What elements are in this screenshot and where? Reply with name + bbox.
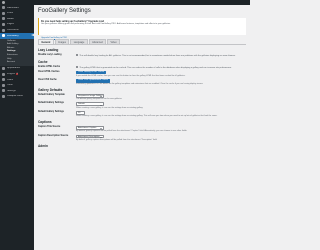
setting-description: By default, gallery caption descriptions…	[76, 138, 158, 141]
sidebar-item-foogallery[interactable]: FooGallery	[0, 32, 34, 39]
setting-row: Disable Lazy Loading This will disable l…	[38, 53, 246, 58]
dashboard-icon	[2, 6, 5, 10]
plugins-icon	[2, 72, 5, 76]
tab-images[interactable]: Images	[54, 39, 70, 44]
comments-icon	[2, 28, 5, 32]
section-title-captions: Captions	[38, 120, 52, 125]
setting-row: Caption Description Source Attachment De…	[38, 134, 246, 142]
setting-row: Caption Title Source Attachment Caption B…	[38, 125, 246, 133]
tools-icon	[2, 83, 5, 87]
setting-description: The gallery HTML that is generated can b…	[79, 66, 232, 69]
setting-label: Caption Description Source	[38, 134, 69, 137]
setting-label: Disable Lazy Loading	[38, 53, 62, 56]
notice-body: Get your galleries looking great and per…	[41, 22, 171, 25]
setting-description: When creating a new gallery, it can use …	[76, 115, 218, 118]
tab-advanced[interactable]: Advanced	[88, 39, 107, 44]
page-title: FooGallery Settings	[38, 8, 91, 14]
setting-row: Default Gallery Settings Default When cre…	[38, 102, 246, 109]
pages-icon	[2, 23, 5, 27]
settings-icon	[2, 89, 5, 93]
setting-label: Clear HTML Caches	[38, 70, 60, 73]
setting-description: By default, gallery captions will be pul…	[76, 130, 188, 133]
setting-row: Default Gallery Settings 50 When creating…	[38, 110, 246, 118]
setting-row: Enable HTML Cache The gallery HTML that …	[38, 65, 246, 70]
section-title-cache: Cache	[38, 59, 48, 64]
clear-html-cache-button[interactable]: Clear Gallery HTML Cache	[76, 70, 107, 75]
general-panel: Lazy Loading Disable Lazy Loading This w…	[38, 45, 246, 148]
setting-description: When creating a new gallery, it can use …	[76, 106, 144, 109]
setting-description: The default gallery template to use for …	[76, 98, 122, 101]
caption-description-source-select[interactable]: Attachment Description	[76, 134, 104, 139]
section-title-lazy-loading: Lazy Loading	[38, 48, 59, 53]
plugins-update-badge: 1	[15, 72, 19, 76]
admin-sidebar: Dashboard Posts Media Pages Comments Foo…	[0, 5, 34, 250]
tab-general[interactable]: General	[38, 39, 54, 44]
default-template-select[interactable]: Responsive Image Gallery	[76, 93, 104, 98]
setting-description: FooGallery optimizes it's CSS based on t…	[76, 83, 204, 86]
admin-bar	[0, 0, 250, 5]
preview-count-input[interactable]: 50	[76, 110, 85, 115]
sidebar-collapse-menu[interactable]: Collapse menu	[0, 94, 34, 100]
settings-content: FooGallery Settings Do you need help set…	[38, 8, 246, 148]
upgrade-notice: Do you need help setting up FooGallery? …	[38, 18, 246, 39]
setting-row: Clear CSS Cache Clear CSS Optimization C…	[38, 79, 246, 86]
setting-row: Default Gallery Template Responsive Imag…	[38, 93, 246, 101]
section-title-gallery-defaults: Gallery Defaults	[38, 88, 63, 93]
tab-language[interactable]: Language	[70, 39, 88, 44]
posts-icon	[2, 11, 5, 15]
submenu-item-account[interactable]: Account	[0, 61, 34, 65]
setting-description: If you enable the HTML cache, then you c…	[76, 74, 186, 77]
tab-video[interactable]: Video	[107, 39, 121, 44]
setting-label: Default Gallery Settings	[38, 102, 64, 105]
appearance-icon	[2, 67, 5, 71]
media-icon	[2, 17, 5, 21]
setting-label: Default Gallery Settings	[38, 110, 64, 113]
default-settings-select[interactable]: Default	[76, 102, 104, 107]
wordpress-logo-icon[interactable]	[2, 1, 5, 4]
setting-label: Caption Title Source	[38, 125, 61, 128]
setting-description: This will disable lazy loading for ALL g…	[79, 54, 236, 57]
caption-title-source-select[interactable]: Attachment Caption	[76, 125, 104, 130]
foogallery-icon	[2, 34, 5, 38]
users-icon	[2, 78, 5, 82]
setting-label: Clear CSS Cache	[38, 79, 57, 82]
foogallery-submenu: Galleries Add Gallery Albums Settings Ex…	[0, 38, 34, 66]
setting-label: Default Gallery Template	[38, 93, 65, 96]
setting-row: Clear HTML Caches Clear Gallery HTML Cac…	[38, 70, 246, 78]
setting-label: Enable HTML Cache	[38, 65, 61, 68]
collapse-icon	[2, 94, 5, 98]
section-title-admin: Admin	[38, 143, 48, 148]
